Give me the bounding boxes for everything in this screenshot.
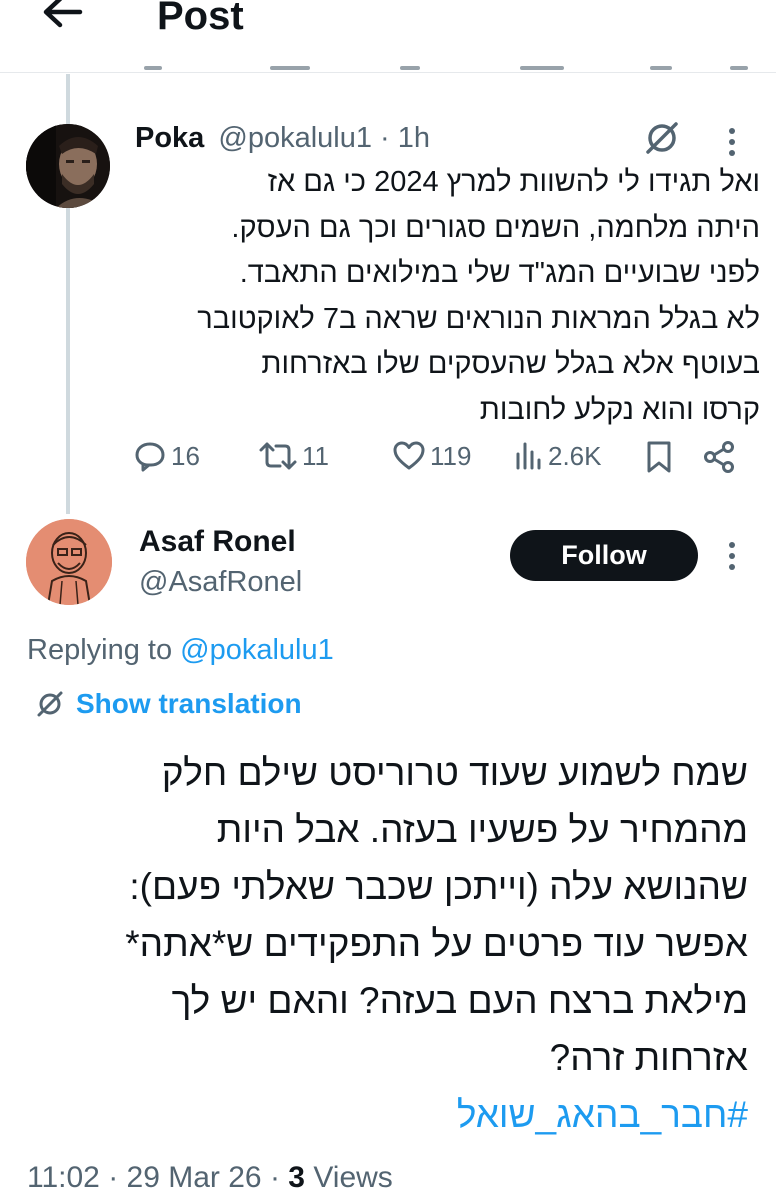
avatar-photo xyxy=(26,124,110,208)
repost-button[interactable]: 11 xyxy=(258,436,329,476)
reply-count: 16 xyxy=(171,440,200,471)
handle[interactable]: @pokalulu1 xyxy=(218,122,372,154)
replying-to-handle-link[interactable]: @pokalulu1 xyxy=(180,634,334,666)
like-button[interactable]: 119 xyxy=(392,436,471,476)
share-icon[interactable] xyxy=(702,440,736,474)
post-text-line: שמח לשמוע שעוד טרוריסט שילם חלק xyxy=(161,752,748,793)
post-text-line: שהנושא עלה (וייתכן שכבר שאלתי פעם): xyxy=(129,866,748,907)
follow-button[interactable]: Follow xyxy=(510,530,698,581)
reply-text-line: בעוטף אלא בגלל שהעסקים שלו באזרחות xyxy=(261,348,760,380)
views-button[interactable]: 2.6K xyxy=(514,436,602,476)
reply-text-line: היתה מלחמה, השמים סגורים וכך גם העסק. xyxy=(231,211,760,244)
views-count[interactable]: 3 xyxy=(288,1161,305,1194)
heart-icon xyxy=(393,441,425,470)
avatar[interactable] xyxy=(26,519,112,605)
post-date[interactable]: 29 Mar 26 xyxy=(127,1161,262,1194)
replying-prefix: Replying to xyxy=(27,634,181,666)
view-count: 2.6K xyxy=(548,440,602,471)
translate-icon[interactable] xyxy=(642,120,682,156)
avatar[interactable] xyxy=(26,124,110,208)
display-name[interactable]: Asaf Ronel xyxy=(139,522,296,562)
reply-text-line: לפני שבועיים המג"ד שלי במילואים התאבד. xyxy=(239,257,760,289)
show-translation-label: Show translation xyxy=(76,688,302,719)
separator-dot: · xyxy=(261,1161,289,1194)
repost-count: 11 xyxy=(302,440,329,471)
post-text: שמח לשמוע שעוד טרוריסט שילם חלק מהמחיר ע… xyxy=(20,744,748,1143)
separator-dot: · xyxy=(99,1161,127,1194)
more-options-icon[interactable] xyxy=(722,124,742,160)
display-name[interactable]: Poka xyxy=(135,122,204,154)
post-age[interactable]: 1h xyxy=(398,122,430,154)
previous-post-actions-partial xyxy=(130,60,750,78)
post-text-line: אזרחות זרה? xyxy=(549,1037,748,1078)
hashtag-link[interactable]: #חבר_בהאג_שואל xyxy=(20,1086,748,1143)
reply-text-line: ואל תגידו לי להשוות למרץ 2024 כי גם אז xyxy=(267,166,760,198)
header-divider xyxy=(0,72,776,73)
like-count: 119 xyxy=(430,440,472,471)
post-metadata: 11:02 · 29 Mar 26 · 3 Views xyxy=(27,1158,393,1198)
translate-icon xyxy=(37,691,63,717)
avatar-illustration xyxy=(26,519,112,605)
handle[interactable]: @AsafRonel xyxy=(139,562,302,602)
comment-icon xyxy=(135,442,165,472)
post-text-line: מילאת ברצח העם בעזה? והאם יש לך xyxy=(171,980,748,1021)
replying-to-label: Replying to @pokalulu1 xyxy=(27,630,334,670)
post-text-line: מהמחיר על פשעיו בעזה. אבל היות xyxy=(216,809,748,850)
separator-dot: · xyxy=(372,122,398,154)
reply-text: ואל תגידו לי להשוות למרץ 2024 כי גם אז ה… xyxy=(120,160,760,433)
reply-author-row: Poka @pokalulu1 · 1h xyxy=(135,120,430,156)
more-options-icon[interactable] xyxy=(722,538,742,574)
show-translation-button[interactable]: Show translation xyxy=(36,684,302,724)
views-chart-icon xyxy=(516,442,541,470)
reply-text-line: קרסו והוא נקלע לחובות xyxy=(479,393,760,426)
post-time[interactable]: 11:02 xyxy=(27,1161,100,1194)
bookmark-icon[interactable] xyxy=(644,440,674,474)
views-label: Views xyxy=(313,1161,393,1194)
reply-button[interactable]: 16 xyxy=(133,436,200,476)
repost-icon xyxy=(259,442,297,470)
page-title: Post xyxy=(157,0,244,38)
post-text-line: אפשר עוד פרטים על התפקידים ש*אתה* xyxy=(125,923,748,964)
arrow-left-icon[interactable] xyxy=(38,0,86,36)
reply-text-line: לא בגלל המראות הנוראים שראה ב7 לאוקטובר xyxy=(197,302,760,335)
